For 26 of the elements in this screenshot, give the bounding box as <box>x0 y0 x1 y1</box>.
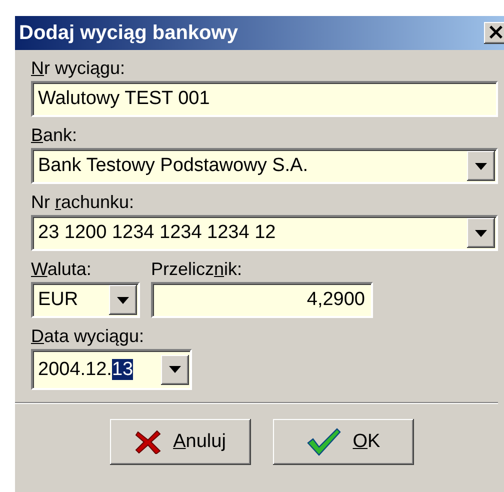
field-label: Nr wyciągu: <box>31 58 126 79</box>
dropdown-arrow-icon <box>117 296 129 304</box>
input-field[interactable]: Walutowy TEST 001 <box>31 81 498 117</box>
checkmark-icon <box>306 428 341 456</box>
dropdown-field[interactable]: 23 1200 1234 1234 1234 12 <box>31 215 498 251</box>
field-label: Waluta: <box>31 259 92 280</box>
field-label: Data wyciągu: <box>31 326 146 347</box>
field-label: Bank: <box>31 125 78 146</box>
window-title: Dodaj wyciąg bankowy <box>19 22 238 44</box>
close-button[interactable]: × <box>484 22 504 44</box>
field-label: Przelicznik: <box>151 259 244 280</box>
ok-button[interactable]: OK <box>273 419 414 465</box>
dropdown-button[interactable] <box>161 354 189 384</box>
dropdown-field[interactable]: Bank Testowy Podstawowy S.A. <box>31 148 498 184</box>
dropdown-button[interactable] <box>467 218 495 248</box>
date-field[interactable]: 2004.12.13 <box>31 349 192 390</box>
dropdown-arrow-icon <box>169 366 181 373</box>
dropdown-button[interactable] <box>467 151 495 181</box>
dropdown-field[interactable]: EUR <box>31 282 140 318</box>
dropdown-arrow-icon <box>475 230 487 236</box>
input-field[interactable]: 4,2900 <box>151 282 373 318</box>
dropdown-arrow-icon <box>475 162 487 170</box>
cancel-button[interactable]: Anuluj <box>110 419 251 465</box>
dropdown-button[interactable] <box>109 285 137 315</box>
cross-icon <box>135 430 162 454</box>
field-label: Nr rachunku: <box>31 192 136 213</box>
